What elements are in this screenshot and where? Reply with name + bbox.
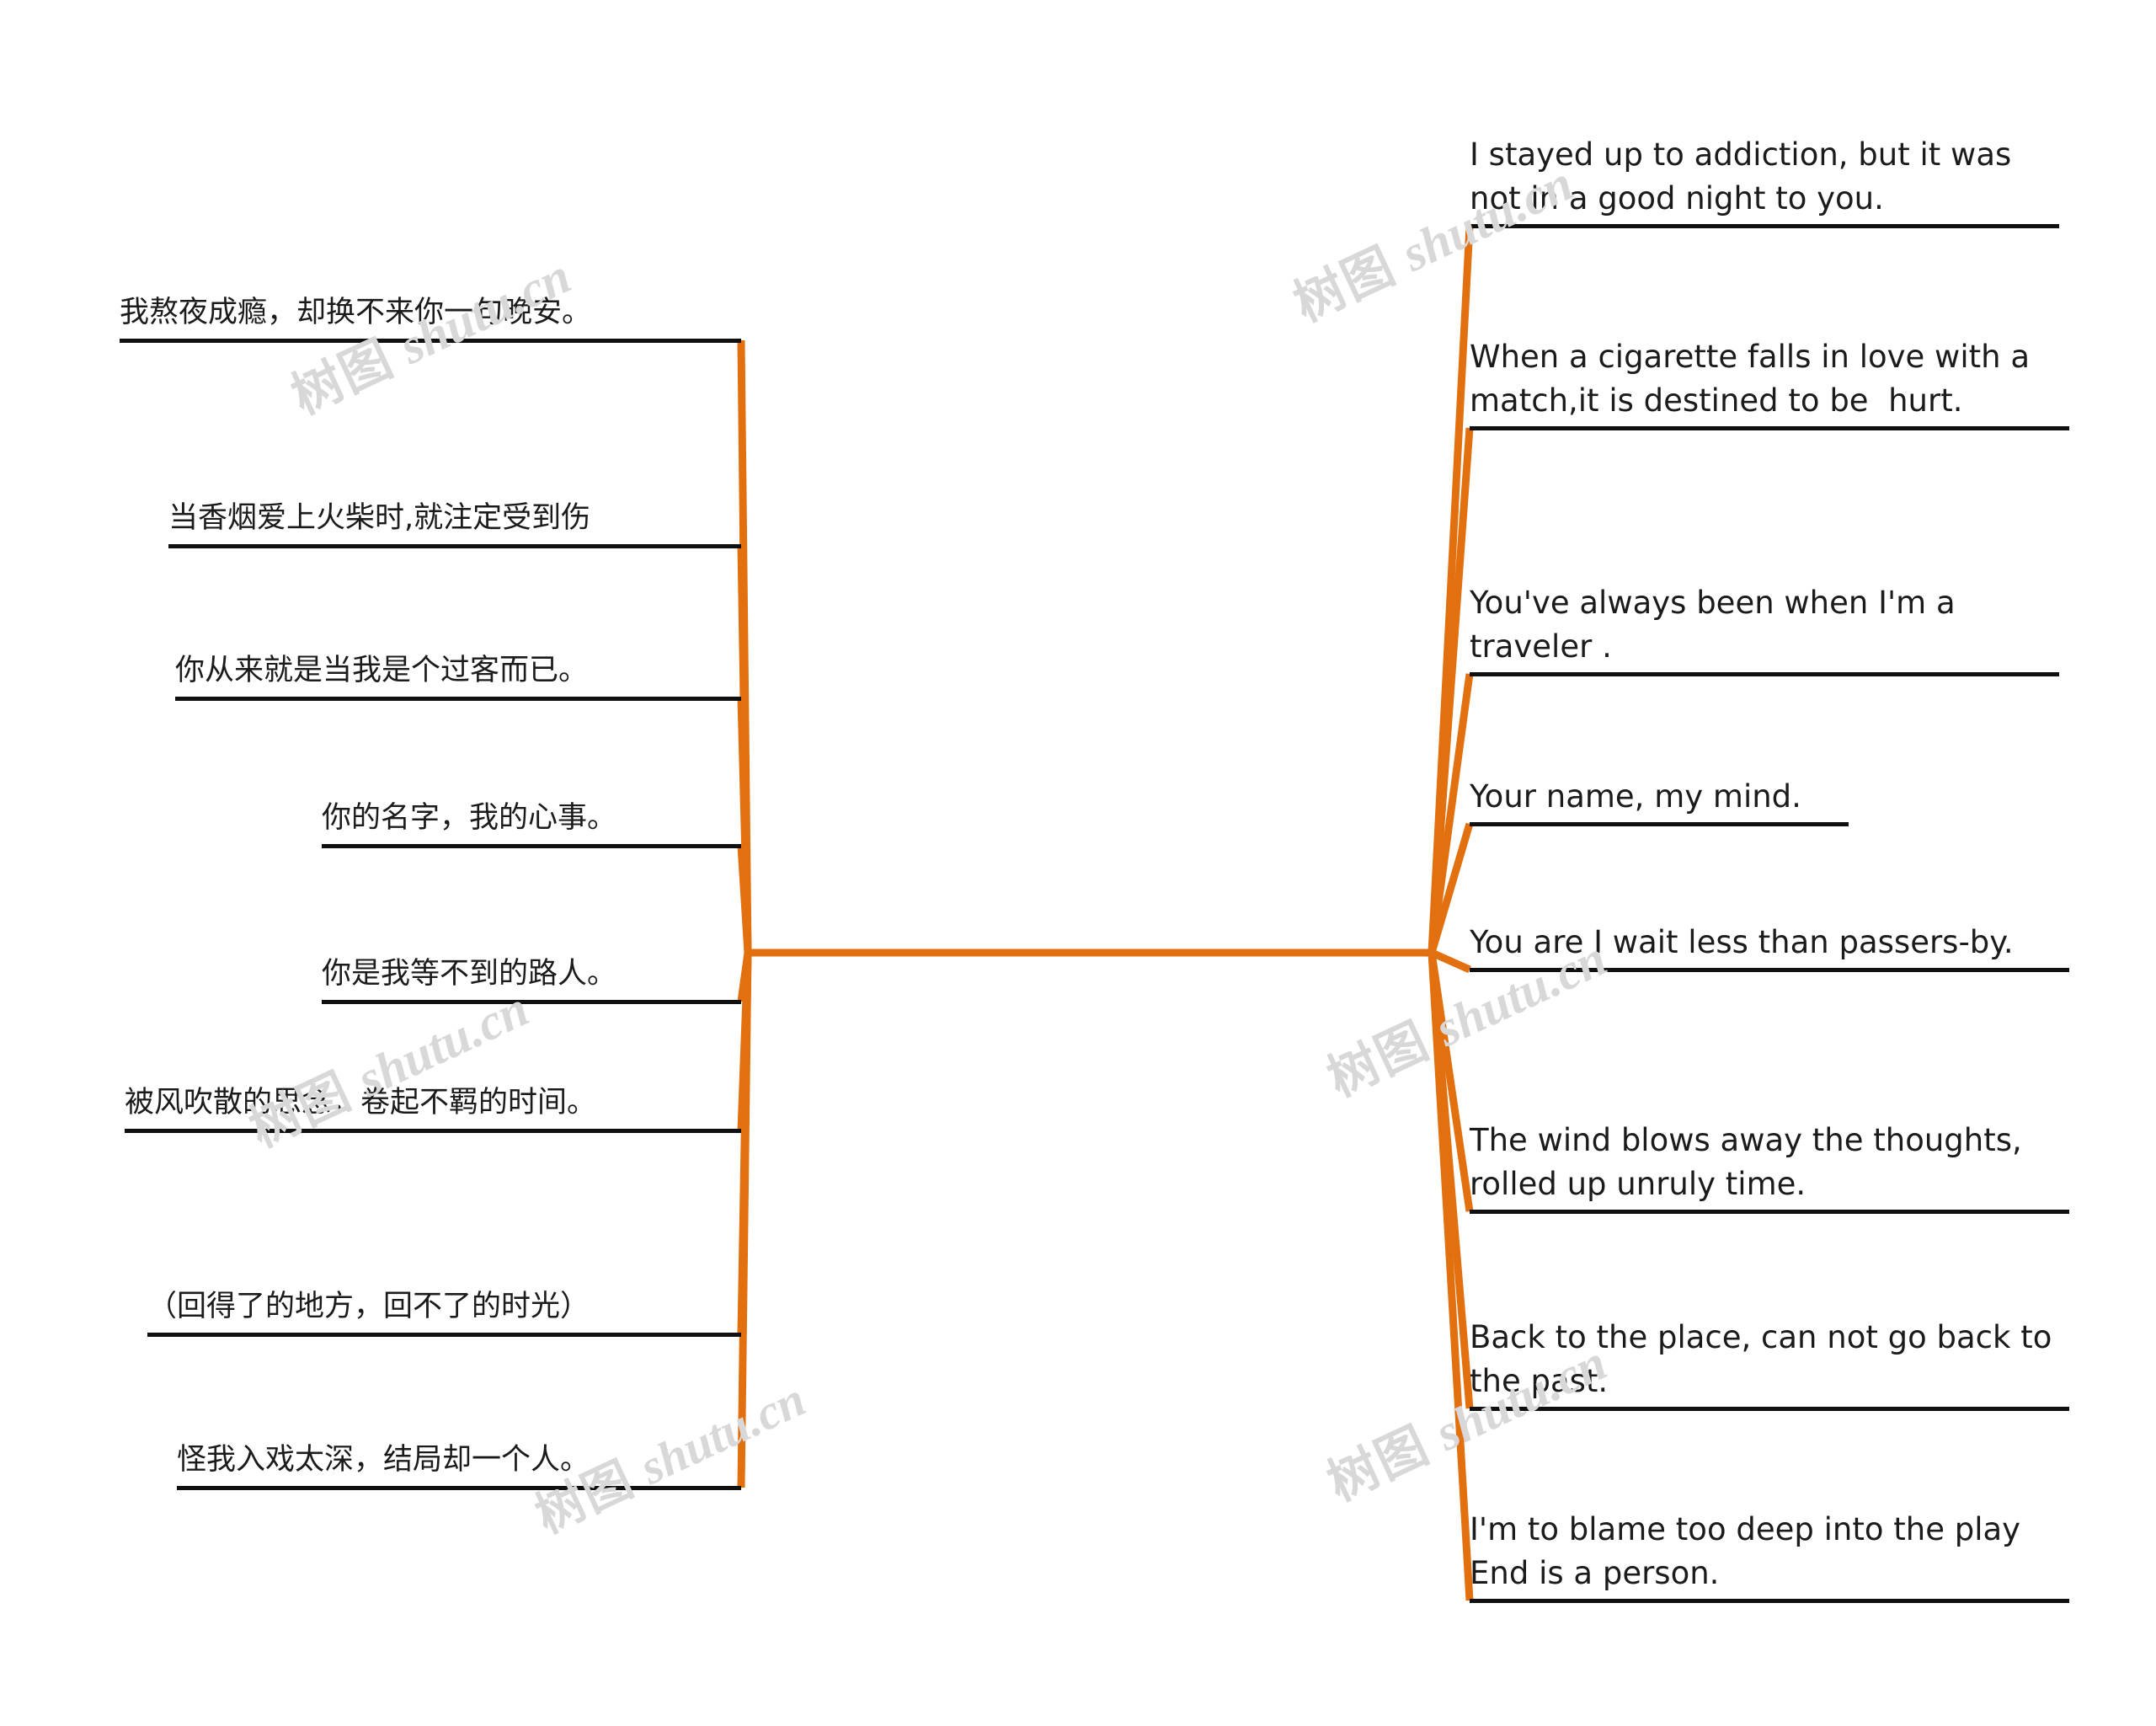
- right-node-4-rule: [1470, 822, 1849, 826]
- right-node-6[interactable]: The wind blows away the thoughts, rolled…: [1470, 1119, 2069, 1214]
- left-node-1-text: 我熬夜成瘾，却换不来你一句晚安。: [120, 296, 592, 329]
- left-node-7-rule: [147, 1333, 741, 1337]
- left-node-1[interactable]: 我熬夜成瘾，却换不来你一句晚安。: [120, 291, 741, 343]
- left-node-7[interactable]: （回得了的地方，回不了的时光）: [147, 1285, 741, 1337]
- left-node-3[interactable]: 你从来就是当我是个过客而已。: [175, 649, 741, 701]
- left-node-6-rule: [125, 1129, 741, 1133]
- left-node-4-text: 你的名字，我的心事。: [322, 801, 617, 835]
- watermark-cn-text: 树图: [1285, 231, 1417, 333]
- left-node-2-text: 当香烟爱上火柴时,就注定受到伤: [168, 501, 591, 535]
- right-node-2[interactable]: When a cigarette falls in love with a ma…: [1470, 335, 2069, 430]
- left-node-5[interactable]: 你是我等不到的路人。: [322, 952, 741, 1004]
- left-node-4-rule: [322, 844, 741, 848]
- left-node-1-rule: [120, 339, 741, 343]
- left-node-3-text: 你从来就是当我是个过客而已。: [175, 654, 589, 687]
- right-node-4[interactable]: Your name, my mind.: [1470, 775, 1849, 826]
- left-node-5-text: 你是我等不到的路人。: [322, 957, 617, 991]
- left-node-7-text: （回得了的地方，回不了的时光）: [147, 1290, 590, 1323]
- right-node-8-text: I'm to blame too deep into the play End …: [1470, 1511, 2031, 1591]
- right-node-6-rule: [1470, 1210, 2069, 1214]
- watermark-cn-text: 树图: [1319, 1410, 1451, 1512]
- right-node-1-rule: [1470, 224, 2059, 228]
- right-node-8-rule: [1470, 1599, 2069, 1603]
- right-node-1-text: I stayed up to addiction, but it was not…: [1470, 136, 2022, 216]
- right-node-5[interactable]: You are I wait less than passers-by.: [1470, 921, 2069, 972]
- right-node-3[interactable]: You've always been when I'm a traveler .: [1470, 581, 2059, 676]
- left-node-3-rule: [175, 697, 741, 701]
- right-node-5-text: You are I wait less than passers-by.: [1470, 924, 2014, 960]
- watermark-cn-text: 树图: [1319, 1006, 1451, 1108]
- right-node-2-text: When a cigarette falls in love with a ma…: [1470, 339, 2040, 419]
- right-node-4-text: Your name, my mind.: [1470, 778, 1801, 815]
- left-node-4[interactable]: 你的名字，我的心事。: [322, 796, 741, 848]
- right-node-8[interactable]: I'm to blame too deep into the play End …: [1470, 1508, 2069, 1603]
- left-node-6-text: 被风吹散的思念，卷起不羁的时间。: [125, 1086, 597, 1119]
- right-node-2-rule: [1470, 426, 2069, 430]
- left-node-8-rule: [177, 1486, 741, 1490]
- left-node-8-text: 怪我入戏太深，结局却一个人。: [177, 1443, 590, 1477]
- right-node-7-text: Back to the place, can not go back to th…: [1470, 1319, 2063, 1399]
- left-node-2[interactable]: 当香烟爱上火柴时,就注定受到伤: [168, 496, 741, 548]
- right-node-7-rule: [1470, 1407, 2069, 1411]
- left-node-5-rule: [322, 1000, 741, 1004]
- mindmap-canvas: 树图 shutu.cn 树图 shutu.cn 树图 shutu.cn 树图 shut…: [0, 0, 2156, 1726]
- right-node-3-rule: [1470, 672, 2059, 676]
- right-node-6-text: The wind blows away the thoughts, rolled…: [1470, 1122, 2032, 1202]
- left-node-6[interactable]: 被风吹散的思念，卷起不羁的时间。: [125, 1081, 741, 1133]
- left-node-2-rule: [168, 544, 741, 548]
- left-node-8[interactable]: 怪我入戏太深，结局却一个人。: [177, 1438, 741, 1490]
- right-node-3-text: You've always been when I'm a traveler .: [1470, 585, 1966, 665]
- right-node-7[interactable]: Back to the place, can not go back to th…: [1470, 1316, 2069, 1411]
- right-node-1[interactable]: I stayed up to addiction, but it was not…: [1470, 133, 2059, 228]
- right-node-5-rule: [1470, 968, 2069, 972]
